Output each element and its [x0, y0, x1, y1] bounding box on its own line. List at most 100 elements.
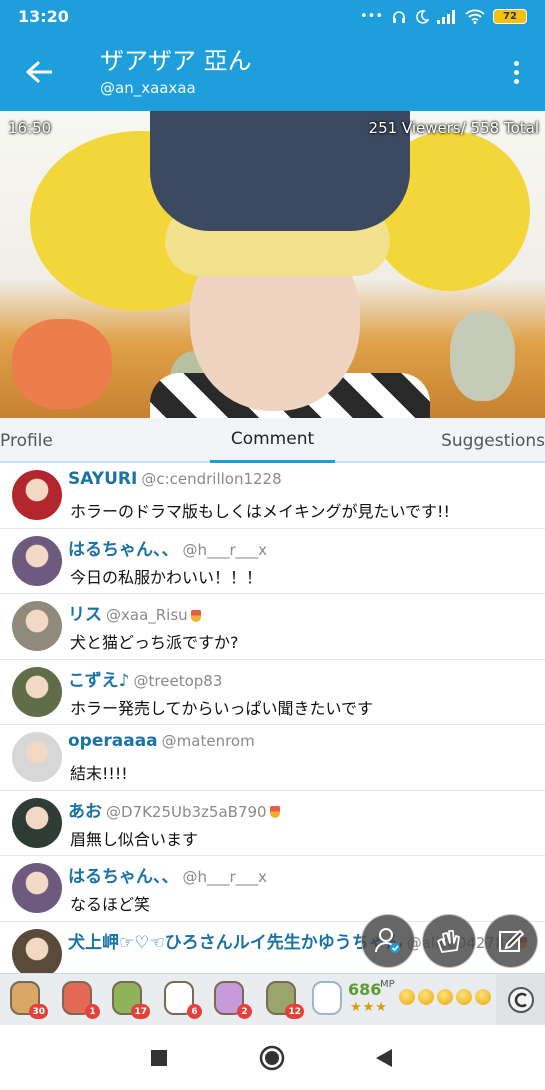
plush-bear: [12, 319, 112, 409]
tab-profile[interactable]: Profile: [0, 418, 53, 463]
commenter-name[interactable]: SAYURI: [68, 469, 137, 489]
status-bar: 13:20 ••• 72: [0, 0, 545, 33]
medal-icon: [190, 609, 201, 622]
commenter-handle: @treetop83: [133, 671, 223, 690]
gift-item[interactable]: 17: [108, 979, 150, 1019]
comment-header: はるちゃん、、 @h___r___x: [68, 535, 267, 560]
app-bar: ザアザア 亞ん @an_xaaxaa: [0, 33, 545, 111]
commenter-name[interactable]: はるちゃん、、: [68, 867, 179, 887]
mp-label: MP: [380, 979, 395, 990]
gift-item-ghost[interactable]: [308, 979, 348, 1019]
user-avatar[interactable]: [12, 470, 62, 520]
user-avatar[interactable]: [12, 797, 62, 848]
gift-count-badge: 30: [29, 1004, 48, 1019]
commenter-handle: @h___r___x: [182, 868, 268, 886]
tab-bar: Profile Comment Suggestions: [0, 418, 545, 463]
comment-row[interactable]: operaaaa @matenrom 結末!!!!: [0, 725, 545, 791]
comment-row[interactable]: はるちゃん、、 @h___r___x 今日の私服かわいい！！！: [0, 529, 545, 594]
comment-text: 犬と猫どっち派ですか?: [70, 633, 239, 652]
battery-indicator: 72: [493, 9, 527, 24]
clap-button[interactable]: [422, 914, 476, 968]
user-avatar[interactable]: [12, 601, 62, 651]
commenter-name[interactable]: 犬上岬☞♡☜ひろさんルイ先生かゆうちゃん: [68, 933, 403, 953]
commenter-name[interactable]: リス: [68, 605, 102, 625]
commenter-name[interactable]: operaaaa: [68, 731, 158, 751]
gift-item[interactable]: 12: [262, 979, 304, 1019]
gift-item[interactable]: 30: [6, 979, 48, 1019]
commenter-name[interactable]: こずえ♪: [68, 671, 130, 691]
comment-header: はるちゃん、、 @h___r___x: [68, 862, 267, 887]
gift-item[interactable]: 1: [58, 979, 100, 1019]
commenter-name[interactable]: あお: [68, 802, 102, 822]
broadcaster-handle: @an_xaaxaa: [100, 79, 196, 97]
recents-button[interactable]: [144, 1043, 174, 1073]
comment-text: 結末!!!!: [70, 764, 128, 783]
comment-list[interactable]: SAYURI @c:cendrillon1228 ホラーのドラマ版もしくはメイキング…: [0, 463, 545, 973]
gift-item[interactable]: 2: [210, 979, 252, 1019]
comment-row[interactable]: SAYURI @c:cendrillon1228 ホラーのドラマ版もしくはメイキング…: [0, 463, 545, 529]
triangle-back-icon: [376, 1049, 392, 1067]
more-options-button[interactable]: [501, 55, 531, 89]
headphones-icon: [393, 10, 405, 23]
follow-button[interactable]: [361, 914, 415, 968]
coin-icon: [437, 989, 453, 1005]
ghost-gift-icon: [312, 981, 342, 1015]
mp-stars: ★★★: [350, 1000, 388, 1015]
comment-text: 今日の私服かわいい！！！: [70, 567, 263, 587]
viewer-count: 251 Viewers/ 558 Total: [368, 119, 539, 137]
coin-icon: [475, 989, 491, 1005]
comment-row[interactable]: リス @xaa_Risu 犬と猫どっち派ですか?: [0, 594, 545, 660]
commenter-handle: @h___r___x: [182, 540, 268, 559]
status-icons: ••• 72: [360, 9, 527, 25]
home-button[interactable]: [257, 1043, 287, 1073]
clap-icon: [437, 930, 460, 953]
comment-header: あお @D7K25Ub3z5aB790: [68, 797, 280, 822]
comment-row[interactable]: あお @D7K25Ub3z5aB790 眉無し似合います: [0, 791, 545, 856]
system-nav-bar: [0, 1025, 545, 1090]
back-nav-button[interactable]: [369, 1043, 399, 1073]
gift-count-badge: 17: [131, 1004, 150, 1019]
comment-text: ホラーのドラマ版もしくはメイキングが見たいです!!: [70, 502, 450, 521]
square-icon: [151, 1050, 167, 1066]
back-button[interactable]: [20, 53, 58, 91]
comment-header: こずえ♪ @treetop83: [68, 666, 222, 691]
comment-row[interactable]: はるちゃん、、 @h___r___x なるほど笑: [0, 856, 545, 922]
commenter-name[interactable]: はるちゃん、、: [68, 540, 179, 560]
gift-count-badge: 1: [85, 1004, 100, 1019]
compose-icon: [499, 929, 525, 952]
comment-header: SAYURI @c:cendrillon1228: [68, 469, 282, 489]
stream-elapsed-time: 16:50: [8, 119, 52, 137]
gift-bar: 686 MP ★★★ 30 1 17 6 2 12: [0, 973, 545, 1025]
user-avatar[interactable]: [12, 732, 62, 782]
coin-icon: [418, 989, 434, 1005]
user-avatar[interactable]: [12, 666, 62, 717]
comment-row[interactable]: こずえ♪ @treetop83 ホラー発売してからいっぱい聞きたいです: [0, 660, 545, 725]
live-video-player[interactable]: 16:50 251 Viewers/ 558 Total: [0, 111, 545, 418]
comment-text: 眉無し似合います: [70, 829, 199, 849]
follow-user-icon: [375, 928, 400, 953]
user-avatar[interactable]: [12, 863, 62, 913]
user-avatar[interactable]: [12, 928, 62, 973]
coin-icon: [399, 989, 415, 1005]
commenter-handle: @D7K25Ub3z5aB790: [106, 802, 267, 821]
home-circle-icon: [259, 1045, 285, 1071]
status-time: 13:20: [18, 7, 69, 26]
coin-icon: [456, 989, 472, 1005]
wifi-icon: [465, 9, 485, 24]
more-vert-icon: [513, 60, 519, 66]
compose-comment-button[interactable]: [484, 914, 538, 968]
currency-button[interactable]: [496, 974, 545, 1025]
medal-icon: [269, 806, 280, 818]
more-vert-dot: [513, 78, 519, 84]
commenter-handle: @xaa_Risu: [106, 606, 188, 624]
tab-comment[interactable]: Comment: [210, 418, 335, 463]
more-notifications-icon: •••: [359, 9, 383, 24]
user-avatar[interactable]: [12, 535, 62, 586]
signal-icon: [437, 9, 455, 24]
gift-count-badge: 12: [285, 1004, 304, 1019]
comment-header: リス @xaa_Risu: [68, 600, 201, 625]
arrow-left-icon: [26, 61, 52, 83]
gift-item[interactable]: 6: [160, 979, 202, 1019]
mp-value: 686: [348, 980, 382, 999]
tab-suggestions[interactable]: Suggestions: [441, 418, 545, 463]
